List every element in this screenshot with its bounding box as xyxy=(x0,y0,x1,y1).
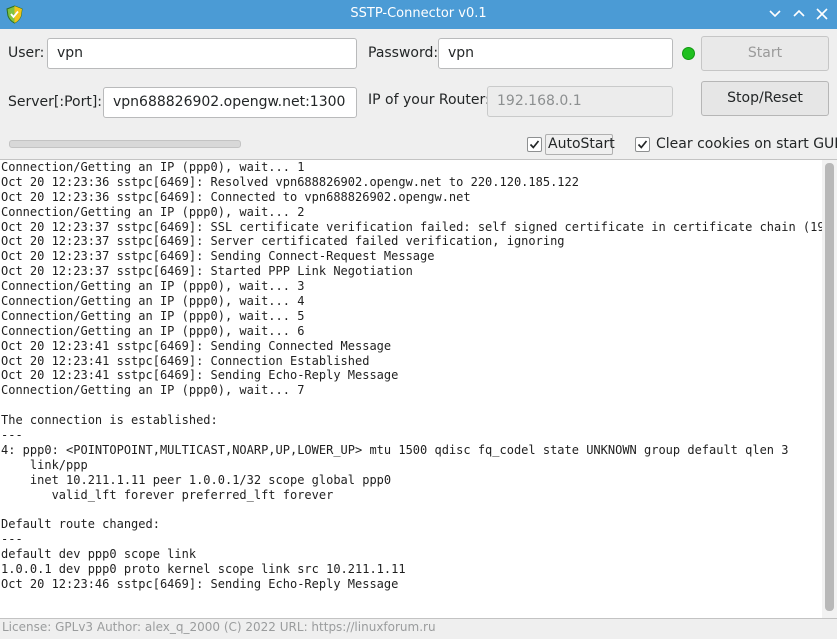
autostart-label[interactable]: AutoStart xyxy=(548,136,615,152)
maximize-button[interactable] xyxy=(788,4,810,24)
password-label: Password: xyxy=(368,45,439,61)
stop-reset-button[interactable]: Stop/Reset xyxy=(701,81,829,116)
user-input[interactable]: vpn xyxy=(47,38,357,69)
user-label: User: xyxy=(8,45,45,61)
log-line: Oct 20 12:23:37 sstpc[6469]: Sending Con… xyxy=(1,249,435,264)
password-input[interactable]: vpn xyxy=(438,38,673,69)
router-ip-input[interactable]: 192.168.0.1 xyxy=(487,86,673,117)
chevron-down-icon xyxy=(769,10,781,18)
log-line: Oct 20 12:23:41 sstpc[6469]: Sending Ech… xyxy=(1,368,399,383)
log-line: inet 10.211.1.11 peer 1.0.0.1/32 scope g… xyxy=(1,472,392,487)
log-line: Oct 20 12:23:37 sstpc[6469]: Server cert… xyxy=(1,234,565,249)
clear-cookies-checkbox[interactable] xyxy=(635,137,650,152)
scrollbar-thumb[interactable] xyxy=(825,163,834,611)
log-line: Connection/Getting an IP (ppp0), wait...… xyxy=(1,323,305,338)
clear-cookies-label[interactable]: Clear cookies on start GUI xyxy=(656,136,837,152)
status-led xyxy=(682,47,695,60)
log-line: Connection/Getting an IP (ppp0), wait...… xyxy=(1,279,305,294)
log-line: Oct 20 12:23:41 sstpc[6469]: Sending Con… xyxy=(1,338,392,353)
checkmark-icon xyxy=(529,140,540,149)
log-line: The connection is established: xyxy=(1,413,218,428)
log-line: valid_lft forever preferred_lft forever xyxy=(1,487,334,502)
log-output[interactable]: Connection/Getting an IP (ppp0), wait...… xyxy=(0,159,837,619)
log-line: Default route changed: xyxy=(1,517,160,532)
log-line: Oct 20 12:23:36 sstpc[6469]: Resolved vp… xyxy=(1,174,579,189)
log-line: 1.0.0.1 dev ppp0 proto kernel scope link… xyxy=(1,562,406,577)
log-scrollbar[interactable] xyxy=(822,160,837,618)
log-line: Connection/Getting an IP (ppp0), wait...… xyxy=(1,294,305,309)
start-button[interactable]: Start xyxy=(701,36,829,71)
checkmark-icon xyxy=(637,140,648,149)
log-line: default dev ppp0 scope link xyxy=(1,547,197,562)
log-line: Oct 20 12:23:37 sstpc[6469]: SSL certifi… xyxy=(1,219,832,234)
log-line: Connection/Getting an IP (ppp0), wait...… xyxy=(1,204,305,219)
log-line: Oct 20 12:23:36 sstpc[6469]: Connected t… xyxy=(1,189,471,204)
log-line: Connection/Getting an IP (ppp0), wait...… xyxy=(1,160,305,174)
chevron-up-icon xyxy=(793,9,805,17)
close-icon xyxy=(816,8,828,20)
log-line: --- xyxy=(1,532,23,547)
title-bar: SSTP-Connector v0.1 xyxy=(0,0,837,29)
close-button[interactable] xyxy=(811,4,833,24)
log-line: Connection/Getting an IP (ppp0), wait...… xyxy=(1,383,305,398)
log-line: Connection/Getting an IP (ppp0), wait...… xyxy=(1,308,305,323)
log-line: Oct 20 12:23:41 sstpc[6469]: Connection … xyxy=(1,353,370,368)
server-label: Server[:Port]: xyxy=(8,94,103,110)
log-line: Oct 20 12:23:37 sstpc[6469]: Started PPP… xyxy=(1,264,413,279)
autostart-checkbox[interactable] xyxy=(527,137,542,152)
progress-bar xyxy=(9,140,241,148)
router-ip-label: IP of your Router: xyxy=(368,92,490,108)
log-line: Oct 20 12:23:46 sstpc[6469]: Sending Ech… xyxy=(1,576,399,591)
minimize-button[interactable] xyxy=(764,4,786,24)
server-input[interactable]: vpn688826902.opengw.net:1300 xyxy=(103,87,357,118)
window-title: SSTP-Connector v0.1 xyxy=(350,6,487,21)
status-bar: License: GPLv3 Author: alex_q_2000 (C) 2… xyxy=(2,620,436,634)
log-line: link/ppp xyxy=(1,457,88,472)
log-line: --- xyxy=(1,428,23,443)
log-line: 4: ppp0: <POINTOPOINT,MULTICAST,NOARP,UP… xyxy=(1,442,789,457)
log-lines: Connection/Getting an IP (ppp0), wait...… xyxy=(1,160,832,592)
